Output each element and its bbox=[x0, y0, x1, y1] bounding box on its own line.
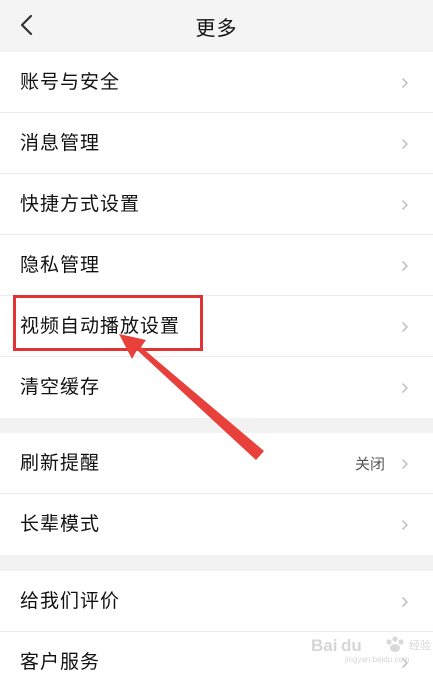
chevron-right-icon bbox=[401, 77, 409, 89]
settings-section-display: 刷新提醒 关闭 长辈模式 bbox=[0, 433, 433, 555]
chevron-right-icon bbox=[401, 260, 409, 272]
menu-item-elder-mode[interactable]: 长辈模式 bbox=[0, 494, 433, 555]
menu-item-shortcut-settings[interactable]: 快捷方式设置 bbox=[0, 174, 433, 235]
menu-item-account-security[interactable]: 账号与安全 bbox=[0, 52, 433, 113]
menu-item-label: 清空缓存 bbox=[20, 376, 101, 398]
menu-item-rate-us[interactable]: 给我们评价 bbox=[0, 571, 433, 632]
menu-item-label: 刷新提醒 bbox=[20, 452, 101, 474]
chevron-right-icon bbox=[401, 596, 409, 608]
menu-item-customer-service[interactable]: 客户服务 bbox=[0, 632, 433, 693]
chevron-right-icon bbox=[401, 199, 409, 211]
settings-section-account: 账号与安全 消息管理 快捷方式设置 隐私管理 视频自动播放设置 清空缓存 bbox=[0, 52, 433, 418]
menu-item-label: 隐私管理 bbox=[20, 254, 101, 276]
chevron-right-icon bbox=[401, 138, 409, 150]
settings-section-feedback: 给我们评价 客户服务 bbox=[0, 571, 433, 693]
menu-item-video-autoplay-settings[interactable]: 视频自动播放设置 bbox=[0, 296, 433, 357]
chevron-right-icon bbox=[401, 519, 409, 531]
page-title: 更多 bbox=[195, 16, 238, 40]
menu-item-label: 给我们评价 bbox=[20, 590, 121, 612]
menu-item-refresh-reminder[interactable]: 刷新提醒 关闭 bbox=[0, 433, 433, 494]
menu-item-clear-cache[interactable]: 清空缓存 bbox=[0, 357, 433, 418]
menu-item-label: 消息管理 bbox=[20, 132, 101, 154]
chevron-right-icon bbox=[401, 657, 409, 669]
chevron-right-icon bbox=[401, 458, 409, 470]
menu-item-label: 长辈模式 bbox=[20, 513, 101, 535]
chevron-right-icon bbox=[401, 382, 409, 394]
menu-item-message-management[interactable]: 消息管理 bbox=[0, 113, 433, 174]
menu-item-privacy-management[interactable]: 隐私管理 bbox=[0, 235, 433, 296]
menu-item-label: 账号与安全 bbox=[20, 71, 121, 93]
menu-item-label: 快捷方式设置 bbox=[20, 193, 141, 215]
menu-item-label: 视频自动播放设置 bbox=[20, 315, 181, 337]
menu-item-label: 客户服务 bbox=[20, 651, 101, 673]
nav-header: 更多 bbox=[0, 0, 433, 50]
chevron-right-icon bbox=[401, 321, 409, 333]
menu-item-value: 关闭 bbox=[354, 455, 385, 473]
